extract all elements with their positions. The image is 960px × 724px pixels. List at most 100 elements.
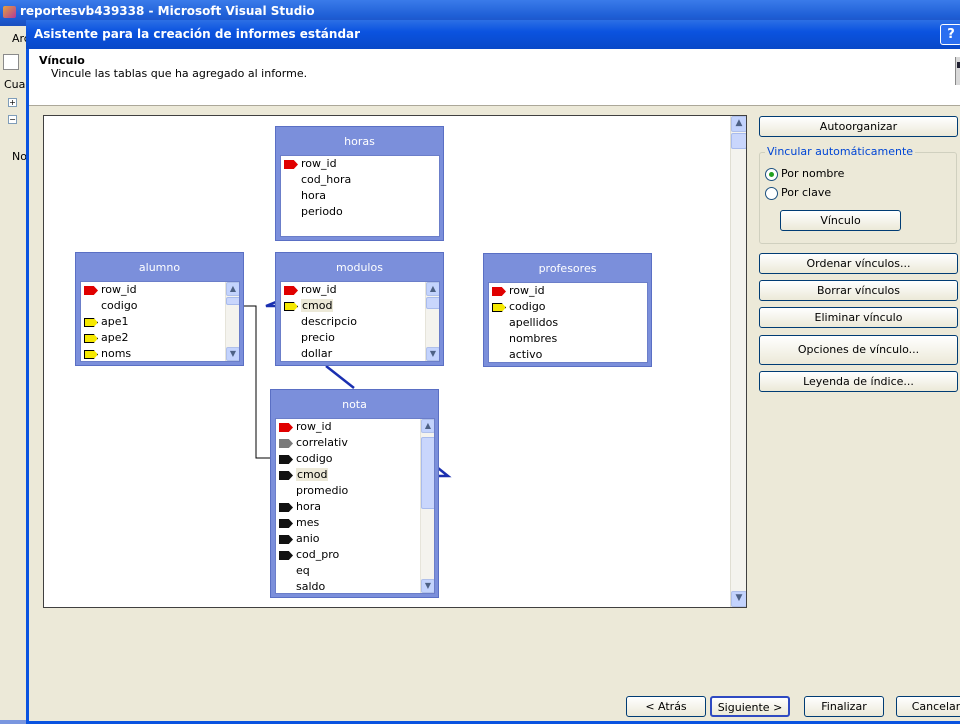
- field-row[interactable]: row_id: [276, 419, 434, 435]
- radio-por-clave[interactable]: Por clave: [765, 186, 831, 200]
- table-modulos[interactable]: modulos row_id cmod descripcio precio do…: [275, 252, 444, 366]
- table-fields: row_id codigo apellidos nombres activo: [488, 282, 648, 363]
- table-fields: row_id cmod descripcio precio dollar ▲ ▼: [280, 281, 440, 362]
- scroll-thumb[interactable]: [421, 437, 434, 509]
- radio-unselected-icon[interactable]: [765, 186, 778, 200]
- table-fields: row_id cod_hora hora periodo: [280, 155, 440, 237]
- toolbar-icon[interactable]: [3, 54, 19, 70]
- field-row[interactable]: noms: [81, 346, 239, 361]
- leyenda-indice-button[interactable]: Leyenda de índice...: [759, 371, 958, 392]
- scroll-down-icon[interactable]: ▼: [731, 591, 746, 607]
- scroll-up-icon[interactable]: ▲: [426, 282, 439, 296]
- field-row[interactable]: ape2: [81, 330, 239, 346]
- opciones-vinculo-button[interactable]: Opciones de vínculo...: [759, 335, 958, 365]
- ordenar-vinculos-button[interactable]: Ordenar vínculos...: [759, 253, 958, 274]
- field-row[interactable]: correlativ: [276, 435, 434, 451]
- scroll-down-icon[interactable]: ▼: [421, 579, 434, 593]
- linked-key-icon: [279, 551, 293, 560]
- table-title: alumno: [138, 261, 181, 274]
- scroll-thumb[interactable]: [426, 297, 439, 309]
- radio-selected-icon[interactable]: [765, 167, 778, 181]
- table-fields: row_id correlativ codigo cmod promedio h…: [275, 418, 435, 594]
- scroll-up-icon[interactable]: ▲: [226, 282, 239, 296]
- index-key-icon: [84, 334, 98, 343]
- table-horas[interactable]: horas row_id cod_hora hora periodo: [275, 126, 444, 241]
- field-row[interactable]: cmod: [276, 467, 434, 483]
- table-scrollbar[interactable]: ▲ ▼: [425, 282, 439, 361]
- linked-key-icon: [279, 439, 293, 448]
- table-title: nota: [342, 398, 367, 411]
- table-profesores[interactable]: profesores row_id codigo apellidos nombr…: [483, 253, 652, 367]
- field-row[interactable]: hora: [276, 499, 434, 515]
- table-alumno[interactable]: alumno row_id codigo ape1 ape2 noms ▲ ▼: [75, 252, 244, 366]
- index-key-icon: [84, 350, 98, 359]
- field-row[interactable]: codigo: [81, 298, 239, 314]
- field-row[interactable]: codigo: [489, 299, 647, 315]
- link-line-alumno-nota[interactable]: [244, 305, 270, 459]
- table-nota[interactable]: nota row_id correlativ codigo cmod prome…: [270, 389, 439, 598]
- dialog-title-bar[interactable]: Asistente para la creación de informes e…: [26, 20, 960, 49]
- field-row[interactable]: precio: [281, 330, 439, 346]
- field-row[interactable]: activo: [489, 347, 647, 362]
- field-row[interactable]: promedio: [276, 483, 434, 499]
- vs-window-title: reportesvb439338 - Microsoft Visual Stud…: [20, 4, 315, 18]
- field-row[interactable]: eq: [276, 563, 434, 579]
- table-title: modulos: [336, 261, 383, 274]
- wizard-step-description: Vincule las tablas que ha agregado al in…: [51, 67, 308, 80]
- borrar-vinculos-button[interactable]: Borrar vínculos: [759, 280, 958, 301]
- index-key-icon: [84, 318, 98, 327]
- back-button[interactable]: < Atrás: [626, 696, 706, 717]
- table-title: profesores: [538, 262, 597, 275]
- wizard-header-icon: [955, 57, 960, 85]
- auto-link-group-title: Vincular automáticamente: [765, 145, 916, 158]
- field-row[interactable]: row_id: [281, 282, 439, 298]
- autoorganizar-button[interactable]: Autoorganizar: [759, 116, 958, 137]
- table-title: horas: [344, 135, 375, 148]
- eliminar-vinculo-button[interactable]: Eliminar vínculo: [759, 307, 958, 328]
- vinculo-button[interactable]: Vínculo: [780, 210, 901, 231]
- linked-key-icon: [279, 503, 293, 512]
- next-button[interactable]: Siguiente >: [710, 696, 790, 717]
- field-row[interactable]: row_id: [81, 282, 239, 298]
- field-row[interactable]: cmod: [281, 298, 439, 314]
- scroll-up-icon[interactable]: ▲: [731, 116, 746, 132]
- field-row[interactable]: periodo: [281, 204, 439, 220]
- field-row[interactable]: descripcio: [281, 314, 439, 330]
- field-row[interactable]: row_id: [281, 156, 439, 172]
- tree-collapse-icon[interactable]: −: [8, 115, 17, 124]
- scroll-down-icon[interactable]: ▼: [426, 347, 439, 361]
- link-line-nota-profesores[interactable]: [437, 467, 452, 478]
- scroll-thumb[interactable]: [731, 133, 746, 149]
- field-row[interactable]: row_id: [489, 283, 647, 299]
- field-row[interactable]: apellidos: [489, 315, 647, 331]
- tree-expand-icon[interactable]: +: [8, 98, 17, 107]
- field-row[interactable]: hora: [281, 188, 439, 204]
- linked-key-icon: [279, 471, 293, 480]
- index-key-icon: [284, 302, 298, 311]
- table-scrollbar[interactable]: ▲ ▼: [420, 419, 434, 593]
- field-row[interactable]: cod_pro: [276, 547, 434, 563]
- field-row[interactable]: saldo: [276, 579, 434, 593]
- table-scrollbar[interactable]: ▲ ▼: [225, 282, 239, 361]
- field-row[interactable]: nombres: [489, 331, 647, 347]
- wizard-step-title: Vínculo: [39, 54, 85, 67]
- field-row[interactable]: anio: [276, 531, 434, 547]
- vs-tree-fragment: No: [12, 150, 27, 163]
- report-wizard-dialog: Asistente para la creación de informes e…: [26, 20, 960, 724]
- field-row[interactable]: codigo: [276, 451, 434, 467]
- field-row[interactable]: cod_hora: [281, 172, 439, 188]
- visual-studio-logo-icon: [3, 6, 16, 18]
- field-row[interactable]: mes: [276, 515, 434, 531]
- radio-por-nombre[interactable]: Por nombre: [765, 167, 844, 181]
- scroll-up-icon[interactable]: ▲: [421, 419, 434, 433]
- scroll-thumb[interactable]: [226, 297, 239, 305]
- canvas-scrollbar[interactable]: ▲ ▼: [730, 116, 746, 607]
- help-button[interactable]: ?: [940, 24, 960, 45]
- scroll-down-icon[interactable]: ▼: [226, 347, 239, 361]
- link-line-modulos-nota-lower[interactable]: [325, 365, 355, 389]
- link-diagram-canvas[interactable]: horas row_id cod_hora hora periodo alumn…: [43, 115, 747, 608]
- field-row[interactable]: dollar: [281, 346, 439, 361]
- field-row[interactable]: ape1: [81, 314, 239, 330]
- cancel-button[interactable]: Cancelar: [896, 696, 960, 717]
- finish-button[interactable]: Finalizar: [804, 696, 884, 717]
